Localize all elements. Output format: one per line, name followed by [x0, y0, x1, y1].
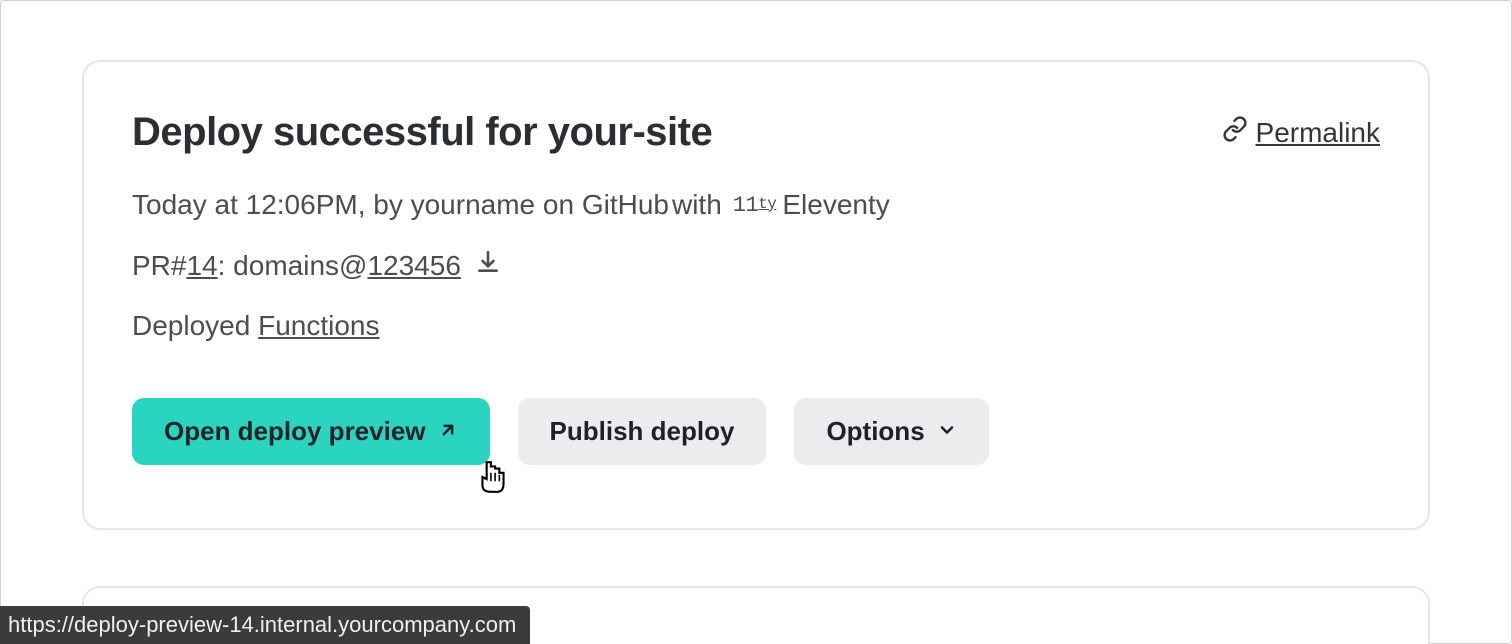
publish-label: Publish deploy	[550, 416, 735, 447]
button-row: Open deploy preview Publish deploy Optio…	[132, 398, 1380, 465]
browser-status-bar: https://deploy-preview-14.internal.yourc…	[0, 606, 530, 644]
open-preview-label: Open deploy preview	[164, 416, 426, 447]
deployed-line: Deployed Functions	[132, 310, 1380, 342]
deploy-meta-line: Today at 12:06PM, by yourname on GitHub …	[132, 189, 1380, 221]
functions-link[interactable]: Functions	[258, 310, 379, 341]
external-link-icon	[438, 416, 458, 447]
meta-with: with	[672, 189, 722, 221]
options-button[interactable]: Options	[794, 398, 988, 465]
domains-prefix: : domains@	[218, 250, 368, 282]
card-header: Deploy successful for your-site Permalin…	[132, 110, 1380, 155]
meta-prefix: Today at 12:06PM, by yourname on GitHub	[132, 189, 669, 221]
framework-name: Eleventy	[782, 189, 889, 221]
pr-prefix: PR#	[132, 250, 186, 282]
eleventy-badge: 11ty	[733, 193, 777, 218]
commit-hash-link[interactable]: 123456	[367, 250, 460, 282]
open-deploy-preview-button[interactable]: Open deploy preview	[132, 398, 490, 465]
card-title: Deploy successful for your-site	[132, 110, 712, 155]
permalink-link[interactable]: Permalink	[1222, 116, 1380, 149]
pr-number-link[interactable]: 14	[186, 250, 217, 282]
link-icon	[1222, 116, 1248, 149]
pr-line: PR# 14 : domains@ 123456	[132, 249, 1380, 282]
permalink-label: Permalink	[1256, 117, 1380, 149]
status-url: https://deploy-preview-14.internal.yourc…	[8, 612, 516, 637]
download-icon[interactable]	[461, 249, 501, 282]
chevron-down-icon	[937, 416, 957, 447]
options-label: Options	[826, 416, 924, 447]
deploy-card: Deploy successful for your-site Permalin…	[82, 60, 1430, 530]
publish-deploy-button[interactable]: Publish deploy	[518, 398, 767, 465]
deployed-prefix: Deployed	[132, 310, 258, 341]
